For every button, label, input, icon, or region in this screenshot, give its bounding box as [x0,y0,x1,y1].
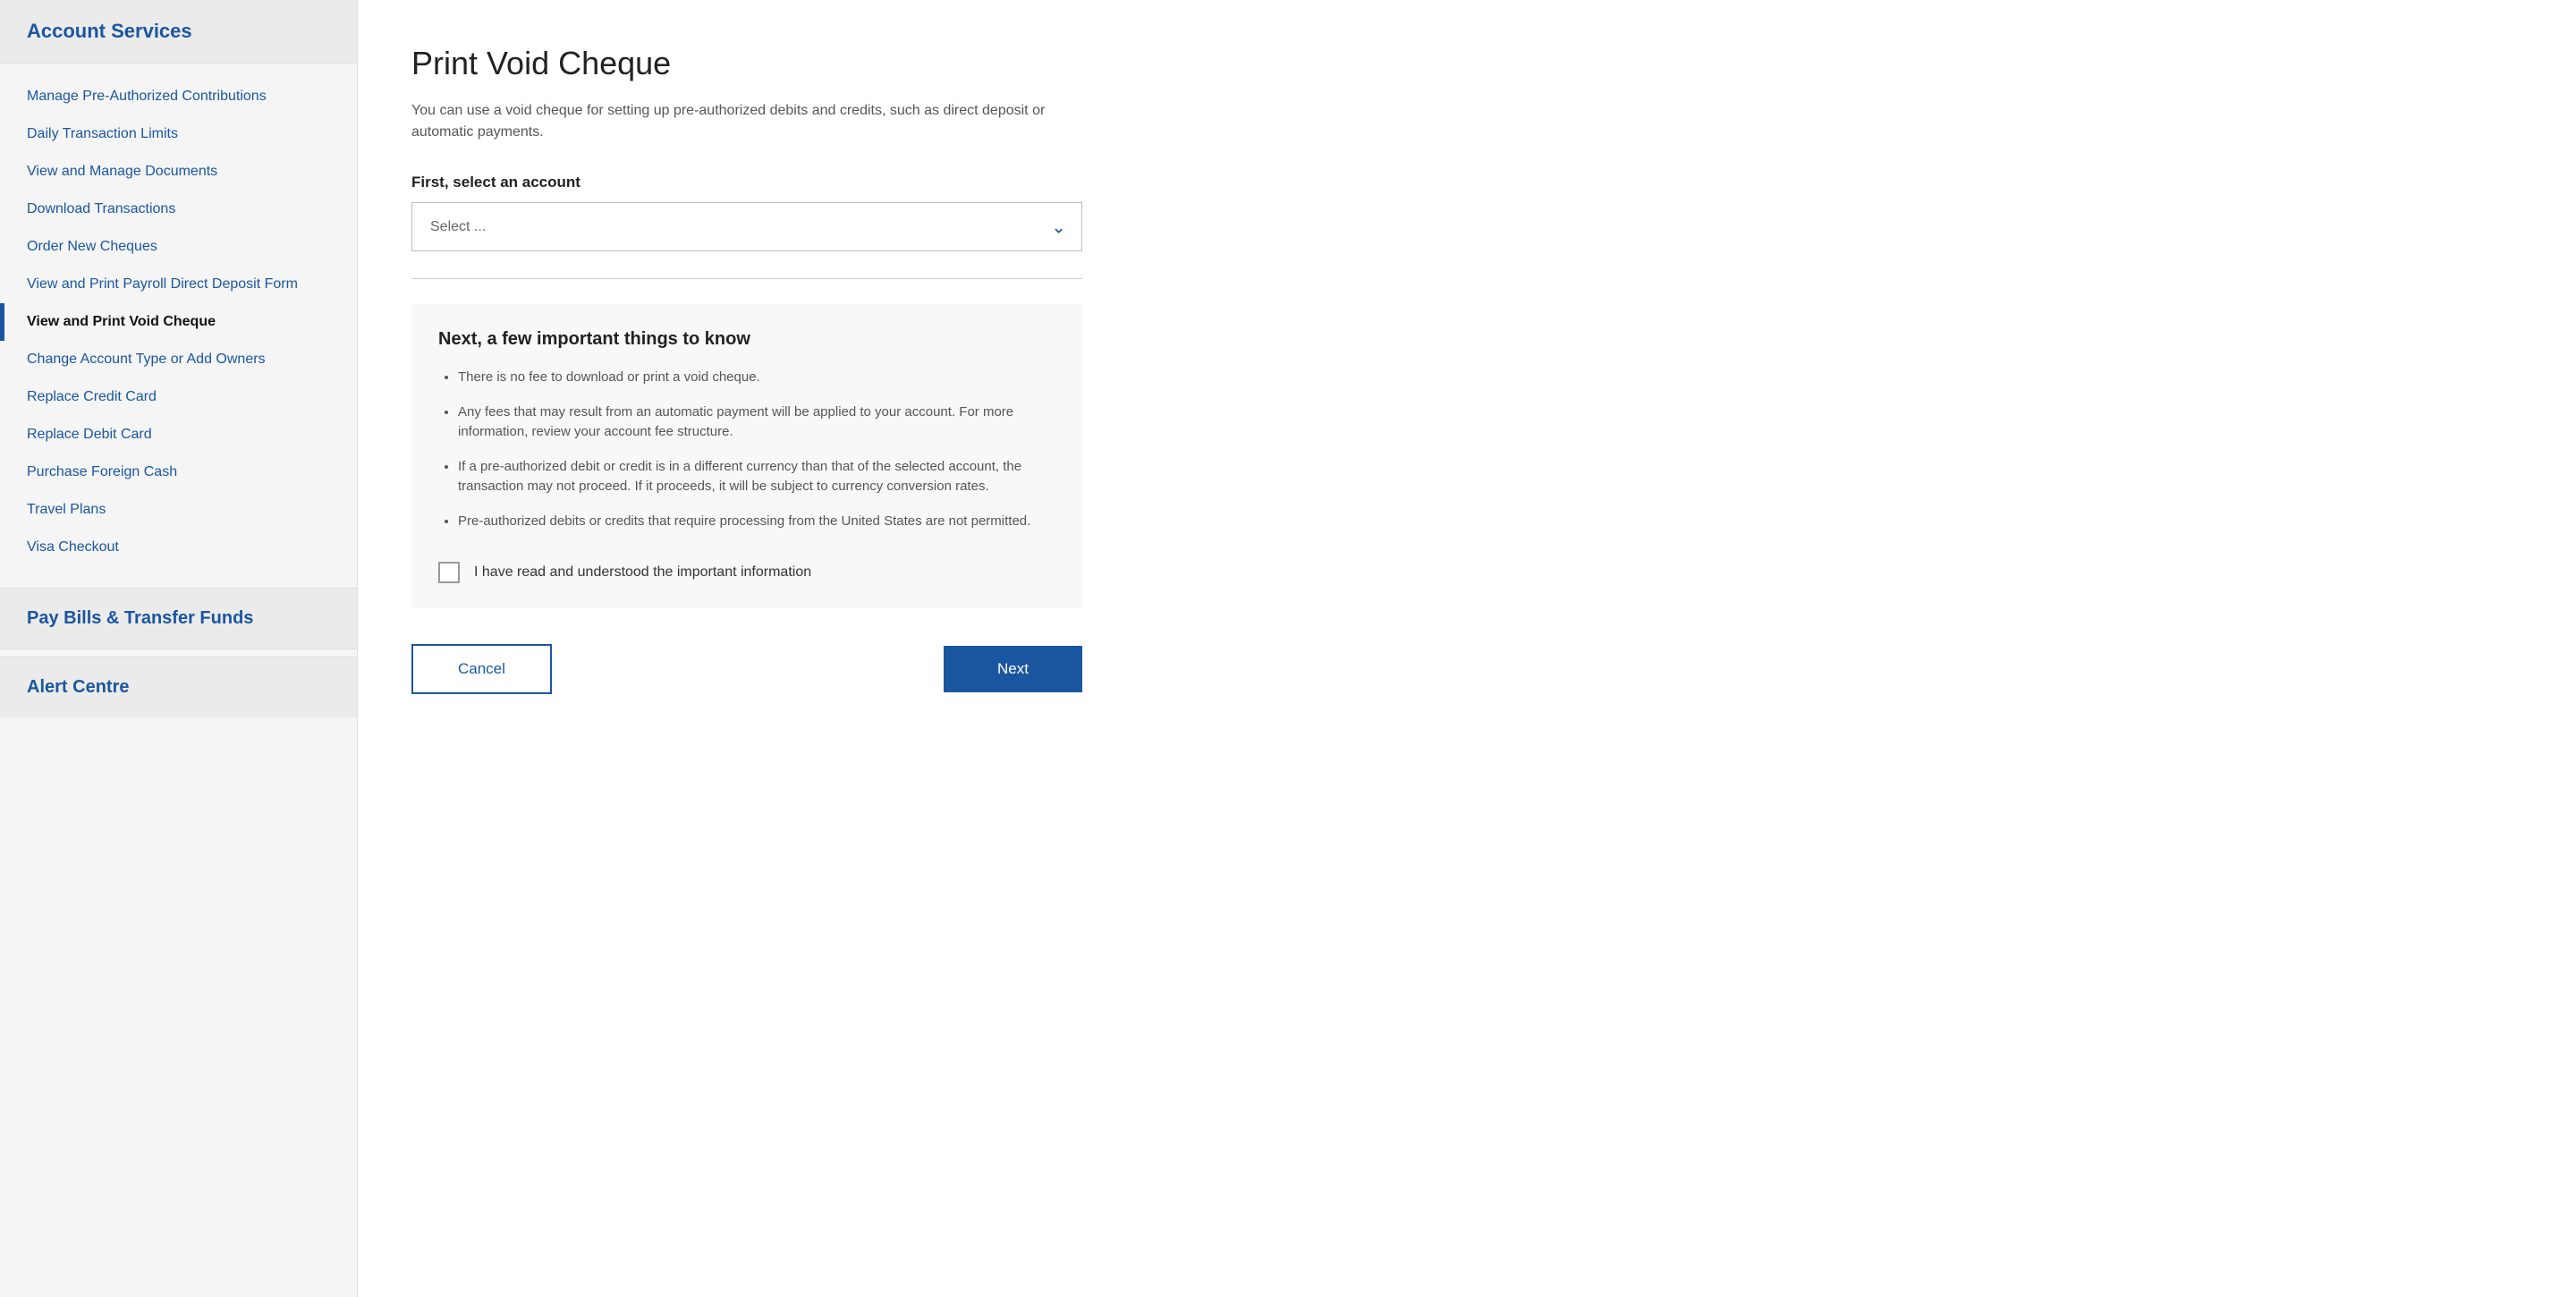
sidebar-item-foreign-cash[interactable]: Purchase Foreign Cash [0,454,357,491]
sidebar: Account Services Manage Pre-Authorized C… [0,0,358,1297]
account-services-title: Account Services [27,20,192,42]
sidebar-item-replace-debit[interactable]: Replace Debit Card [0,416,357,454]
info-box: Next, a few important things to know The… [411,304,1082,608]
info-list: There is no fee to download or print a v… [438,368,1055,531]
sidebar-item-payroll-form[interactable]: View and Print Payroll Direct Deposit Fo… [0,266,357,303]
sidebar-item-travel-plans[interactable]: Travel Plans [0,491,357,529]
checkbox-label[interactable]: I have read and understood the important… [474,564,811,581]
sidebar-alert-centre-section[interactable]: Alert Centre [0,657,357,717]
info-bullet-2: Any fees that may result from an automat… [458,403,1055,443]
alert-centre-label: Alert Centre [27,677,129,697]
next-button[interactable]: Next [944,646,1082,692]
sidebar-item-manage-contributions[interactable]: Manage Pre-Authorized Contributions [0,78,357,115]
sidebar-item-daily-limits[interactable]: Daily Transaction Limits [0,115,357,153]
select-section-label: First, select an account [411,174,2522,191]
account-select-wrapper: Select ...Chequing Account - 1234Savings… [411,202,1082,251]
page-title: Print Void Cheque [411,45,2522,82]
account-select[interactable]: Select ...Chequing Account - 1234Savings… [411,202,1082,251]
sidebar-item-void-cheque: View and Print Void Cheque [0,303,357,341]
page-description: You can use a void cheque for setting up… [411,100,1082,143]
info-box-title: Next, a few important things to know [438,329,1055,350]
main-content: Print Void Cheque You can use a void che… [358,0,2576,1297]
sidebar-item-replace-credit[interactable]: Replace Credit Card [0,378,357,416]
page-container: Account Services Manage Pre-Authorized C… [0,0,2576,1297]
sidebar-pay-bills-section[interactable]: Pay Bills & Transfer Funds [0,588,357,649]
sidebar-item-visa-checkout[interactable]: Visa Checkout [0,529,357,566]
pay-bills-label: Pay Bills & Transfer Funds [27,608,253,628]
acknowledge-checkbox[interactable] [438,562,460,583]
sidebar-section-header: Account Services [0,0,357,64]
sidebar-items: Manage Pre-Authorized Contributions Dail… [0,64,357,581]
sidebar-item-change-account[interactable]: Change Account Type or Add Owners [0,341,357,378]
sidebar-item-order-cheques[interactable]: Order New Cheques [0,228,357,266]
info-bullet-4: Pre-authorized debits or credits that re… [458,512,1055,532]
info-bullet-3: If a pre-authorized debit or credit is i… [458,457,1055,497]
sidebar-item-download-transactions[interactable]: Download Transactions [0,191,357,228]
cancel-button[interactable]: Cancel [411,644,552,694]
info-bullet-1: There is no fee to download or print a v… [458,368,1055,388]
checkbox-row: I have read and understood the important… [438,553,1055,583]
section-divider [411,278,1082,279]
action-row: Cancel Next [411,644,1082,694]
sidebar-item-view-documents[interactable]: View and Manage Documents [0,153,357,191]
